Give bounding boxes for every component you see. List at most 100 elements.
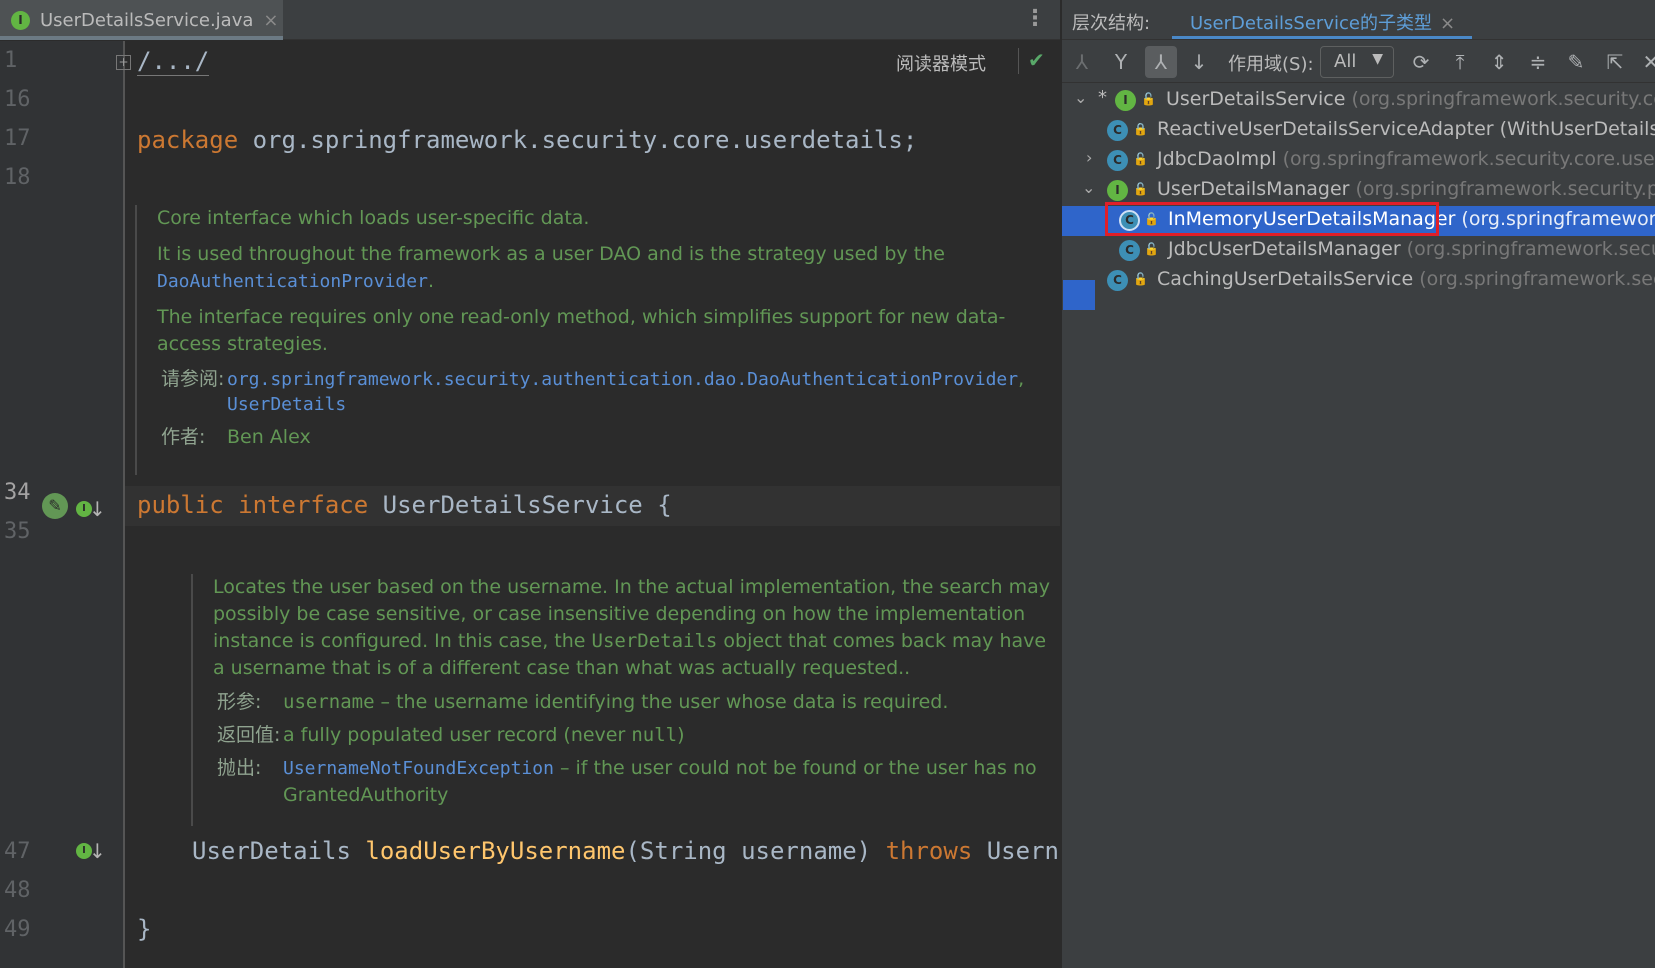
close-icon[interactable]: × bbox=[1440, 13, 1455, 34]
public-visibility-icon: 🔓 bbox=[1133, 272, 1148, 286]
doc-text-part: object that comes back may have bbox=[717, 630, 1047, 652]
pin-icon[interactable]: ✎ bbox=[1560, 46, 1592, 78]
chevron-down-icon[interactable]: ⌄ bbox=[1082, 178, 1095, 197]
interface-keyword: interface bbox=[223, 491, 369, 519]
inspection-ok-icon[interactable]: ✔ bbox=[1028, 48, 1045, 72]
author-label: 作者: bbox=[161, 426, 206, 448]
open-in-window-icon[interactable]: ⇱ bbox=[1599, 46, 1631, 78]
tree-item-package: (WithUserDetailsSe bbox=[1499, 118, 1655, 140]
public-visibility-icon: 🔓 bbox=[1141, 92, 1156, 106]
tree-item-jdbcuserdetailsmanager[interactable]: C 🔓 JdbcUserDetailsManager (org.springfr… bbox=[1062, 236, 1655, 266]
closing-brace: } bbox=[137, 915, 152, 943]
doc-code: UserDetails bbox=[591, 630, 718, 652]
package-statement: package org.springframework.security.cor… bbox=[137, 126, 917, 154]
close-icon[interactable]: ✕ bbox=[1635, 46, 1655, 78]
doc-link[interactable]: DaoAuthenticationProvider bbox=[157, 271, 428, 292]
line-number: 47 bbox=[4, 839, 31, 864]
editor-tab-bar: I UserDetailsService.java × ⋮ bbox=[0, 0, 1060, 40]
tree-item-text: JdbcDaoImpl (org.springframework.securit… bbox=[1157, 148, 1655, 170]
package-keyword: package bbox=[137, 126, 239, 154]
hierarchy-header: 层次结构: UserDetailsService的子类型 × bbox=[1062, 0, 1655, 40]
tab-underline bbox=[0, 36, 283, 40]
line-number: 16 bbox=[4, 87, 31, 112]
spring-bean-icon[interactable]: ✎ bbox=[42, 493, 68, 519]
tree-item-userdetailsservice[interactable]: ⌄ * I 🔓 UserDetailsService (org.springfr… bbox=[1062, 86, 1655, 116]
more-options-icon[interactable]: ⋮ bbox=[1024, 8, 1046, 30]
author-name: Ben Alex bbox=[227, 426, 311, 448]
doc-text-part: The interface requires only one read-onl… bbox=[157, 306, 1006, 328]
doc-text: possibly be case sensitive, or case inse… bbox=[213, 603, 1026, 625]
editor-tab-label: UserDetailsService.java bbox=[40, 9, 254, 31]
comma: , bbox=[1018, 368, 1025, 390]
reader-mode-toggle[interactable]: 阅读器模式 bbox=[896, 50, 986, 76]
hierarchy-tree[interactable]: ⌄ * I 🔓 UserDetailsService (org.springfr… bbox=[1062, 84, 1655, 968]
doc-see-also: 请参阅: org.springframework.security.authen… bbox=[157, 367, 1050, 417]
private-visibility-icon: 🔒 bbox=[1133, 122, 1148, 136]
doc-text: instance is configured. In this case, th… bbox=[213, 628, 1051, 655]
doc-link[interactable]: org.springframework.security.authenticat… bbox=[227, 369, 1018, 390]
hierarchy-title: 层次结构: bbox=[1072, 13, 1151, 34]
editor-tab[interactable]: I UserDetailsService.java × bbox=[0, 0, 283, 40]
hierarchy-tab[interactable]: UserDetailsService的子类型 × bbox=[1172, 0, 1467, 40]
hierarchy-panel: 层次结构: UserDetailsService的子类型 × ⅄ Y ⅄ ↓ 作用… bbox=[1061, 0, 1655, 968]
sort-icon[interactable]: ↓ bbox=[1183, 46, 1215, 78]
subtypes-icon[interactable]: Y bbox=[1105, 46, 1137, 78]
null-code: null bbox=[631, 724, 678, 746]
expand-all-icon[interactable]: ⇕ bbox=[1483, 46, 1515, 78]
throws-desc: – if the user could not be found or the … bbox=[553, 757, 1037, 779]
doc-text: Locates the user based on the username. … bbox=[213, 576, 1050, 598]
type-hierarchy-icon[interactable]: ⅄ bbox=[1145, 46, 1177, 78]
see-links: org.springframework.security.authenticat… bbox=[227, 367, 1024, 417]
implementations-arrow-icon[interactable]: ↓ bbox=[89, 841, 106, 861]
refresh-icon[interactable]: ⟳ bbox=[1405, 46, 1437, 78]
supertypes-icon[interactable]: ⅄ bbox=[1066, 46, 1098, 78]
doc-link[interactable]: UserDetails bbox=[227, 394, 346, 415]
class-icon: C bbox=[1107, 270, 1128, 291]
doc-link[interactable]: UsernameNotFoundException bbox=[283, 758, 554, 779]
public-visibility-icon: 🔓 bbox=[1133, 152, 1148, 166]
see-label: 请参阅: bbox=[161, 368, 225, 390]
scroll-to-source-icon[interactable]: ⤒ bbox=[1444, 46, 1476, 78]
tree-item-package: (org.springframework.security.core.userd bbox=[1276, 148, 1655, 170]
throws-label: 抛出: bbox=[217, 757, 262, 779]
editor-pane[interactable]: I UserDetailsService.java × ⋮ 1 16 17 18… bbox=[0, 0, 1060, 968]
tree-item-cachinguserdetailsservice[interactable]: C 🔓 CachingUserDetailsService (org.sprin… bbox=[1062, 266, 1655, 296]
doc-text: Core interface which loads user-specific… bbox=[157, 207, 590, 229]
tab-underline bbox=[1172, 36, 1472, 39]
return-label: 返回值: bbox=[217, 724, 281, 746]
param-text: username – the username identifying the … bbox=[283, 689, 948, 716]
doc-return: 返回值: a fully populated user record (neve… bbox=[213, 722, 1051, 749]
scope-label: 作用域(S): bbox=[1228, 54, 1314, 75]
fold-icon[interactable]: + bbox=[116, 55, 131, 70]
throws-text: UsernameNotFoundException – if the user … bbox=[283, 755, 1037, 809]
tree-item-name: UserDetailsManager bbox=[1157, 178, 1350, 200]
folded-header[interactable]: /.../ bbox=[137, 47, 210, 76]
doc-author: 作者: Ben Alex bbox=[157, 424, 1050, 451]
throws-desc: GrantedAuthority bbox=[283, 784, 449, 806]
collapse-all-icon[interactable]: ≑ bbox=[1522, 46, 1554, 78]
package-name: org.springframework.security.core.userde… bbox=[238, 126, 918, 154]
chevron-right-icon[interactable]: › bbox=[1086, 148, 1092, 167]
method-name: loadUserByUsername bbox=[365, 837, 626, 865]
close-icon[interactable]: × bbox=[263, 10, 278, 31]
doc-text-part: It is used throughout the framework as a… bbox=[157, 243, 945, 265]
scope-select[interactable]: All ▼ bbox=[1320, 46, 1394, 78]
tree-item-name: JdbcUserDetailsManager bbox=[1168, 238, 1401, 260]
method-doc-comment: Locates the user based on the username. … bbox=[191, 574, 1051, 826]
tree-item-name: ReactiveUserDetailsServiceAdapter bbox=[1157, 118, 1494, 140]
tree-item-text: UserDetailsManager (org.springframework.… bbox=[1157, 178, 1655, 200]
implementations-arrow-icon[interactable]: ↓ bbox=[89, 499, 106, 519]
tree-item-text: JdbcUserDetailsManager (org.springframew… bbox=[1168, 238, 1655, 260]
class-doc-comment: Core interface which loads user-specific… bbox=[135, 205, 1050, 475]
tree-item-jdbcdaoimpl[interactable]: › C 🔓 JdbcDaoImpl (org.springframework.s… bbox=[1062, 146, 1655, 176]
doc-text-part: instance is configured. In this case, th… bbox=[213, 630, 592, 652]
tree-item-package: (org.springframework.securi bbox=[1400, 238, 1655, 260]
interface-name: UserDetailsService { bbox=[368, 491, 672, 519]
doc-text: The interface requires only one read-onl… bbox=[157, 304, 1050, 358]
class-icon: C bbox=[1107, 120, 1128, 141]
line-number: 35 bbox=[4, 519, 31, 544]
tree-item-reactiveuserdetailsserviceadapter[interactable]: C 🔒 ReactiveUserDetailsServiceAdapter (W… bbox=[1062, 116, 1655, 146]
return-text: a fully populated user record (never nul… bbox=[283, 722, 685, 749]
chevron-down-icon[interactable]: ⌄ bbox=[1074, 88, 1087, 107]
doc-param: 形参: username – the username identifying … bbox=[213, 689, 1051, 716]
